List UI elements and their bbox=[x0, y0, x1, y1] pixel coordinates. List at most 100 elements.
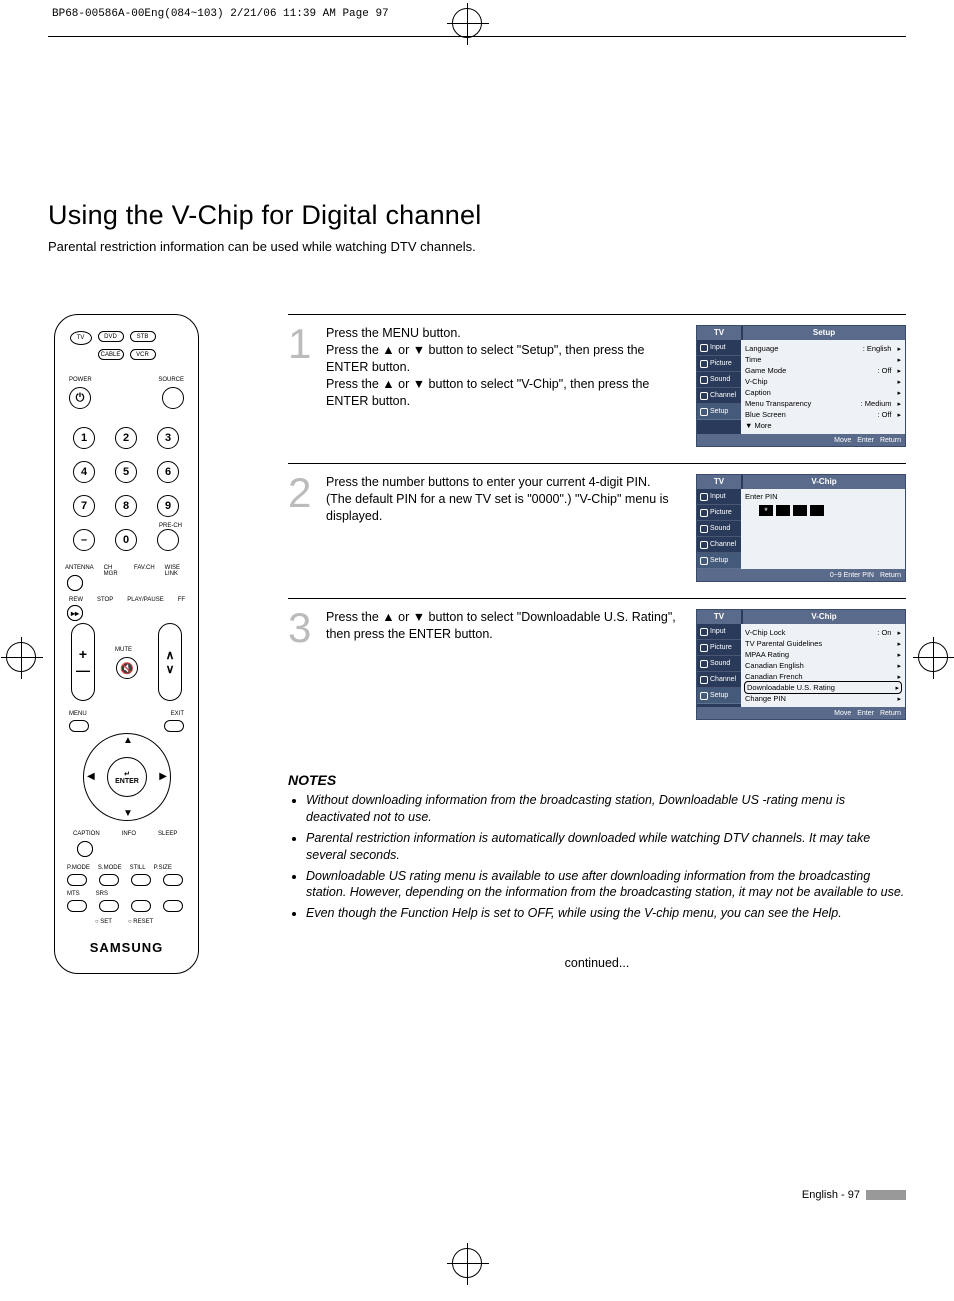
chevron-right-icon: ▸ bbox=[897, 663, 901, 670]
num-5: 5 bbox=[115, 461, 137, 483]
osd-row-value: ▸ bbox=[891, 672, 901, 681]
osd-side-label: Sound bbox=[710, 660, 730, 667]
step-number: 3 bbox=[288, 609, 314, 720]
osd-side-label: Channel bbox=[710, 541, 736, 548]
pin-box bbox=[776, 505, 790, 516]
note-item: Without downloading information from the… bbox=[306, 792, 906, 826]
enter-button: ↵ENTER bbox=[107, 757, 147, 797]
print-header: BP68-00586A-00Eng(084~103) 2/21/06 11:39… bbox=[52, 8, 389, 20]
pin-boxes: * bbox=[759, 505, 901, 516]
ff-button: ▸▸ bbox=[67, 605, 83, 621]
continued-label: continued... bbox=[288, 956, 906, 970]
chevron-right-icon: ▸ bbox=[895, 685, 899, 692]
osd-side-icon bbox=[700, 493, 708, 501]
osd-side-picture: Picture bbox=[697, 356, 741, 372]
osd-row: Canadian English ▸ bbox=[745, 660, 901, 671]
set-label: ○ SET bbox=[95, 919, 112, 925]
osd-side-picture: Picture bbox=[697, 640, 741, 656]
mode-cable: CABLE bbox=[98, 349, 124, 360]
osd-row-label: Blue Screen bbox=[745, 410, 786, 419]
osd-row-value: ▸ bbox=[891, 639, 901, 648]
psize-label: P.SIZE bbox=[154, 865, 172, 871]
num-9: 9 bbox=[157, 495, 179, 517]
mts-label: MTS bbox=[67, 891, 80, 897]
osd-footer-item: Move bbox=[834, 710, 851, 717]
osd-row-label: Canadian English bbox=[745, 661, 804, 670]
osd-side-icon bbox=[700, 644, 708, 652]
power-label: POWER bbox=[69, 377, 92, 383]
wiselink-button bbox=[67, 575, 83, 591]
pin-box: * bbox=[759, 505, 773, 516]
osd-side-setup: Setup bbox=[697, 688, 741, 704]
osd-side-label: Input bbox=[710, 628, 726, 635]
osd-side-label: Sound bbox=[710, 525, 730, 532]
osd-screenshot: TVV-ChipInputPictureSoundChannelSetupEnt… bbox=[696, 474, 906, 582]
osd-row-label: Downloadable U.S. Rating bbox=[747, 683, 835, 692]
num-dash: – bbox=[73, 529, 95, 551]
chevron-right-icon: ▸ bbox=[897, 346, 901, 353]
osd-row: V-Chip Lock: On▸ bbox=[745, 627, 901, 638]
footer-bar bbox=[866, 1190, 906, 1200]
osd-tv-label: TV bbox=[697, 326, 741, 340]
osd-row-value: ▸ bbox=[891, 650, 901, 659]
osd-footer-item: Return bbox=[880, 572, 901, 579]
osd-row: Caption▸ bbox=[745, 387, 901, 398]
osd-row-value: ▸ bbox=[891, 388, 901, 397]
still-label: STILL bbox=[130, 865, 146, 871]
osd-side-icon bbox=[700, 509, 708, 517]
mode-stb: STB bbox=[130, 331, 156, 342]
footer-text: English - 97 bbox=[802, 1189, 860, 1201]
osd-side-icon bbox=[700, 557, 708, 565]
osd-footer-item: Return bbox=[880, 437, 901, 444]
still-button bbox=[131, 874, 151, 886]
osd-row-label: V-Chip Lock bbox=[745, 628, 785, 637]
dpad: ▲ ▼ ◀ ▶ ↵ENTER bbox=[83, 733, 171, 821]
ff-label: FF bbox=[178, 597, 185, 603]
osd-side-label: Input bbox=[710, 344, 726, 351]
osd-row-value: ▸ bbox=[891, 355, 901, 364]
chevron-right-icon: ▸ bbox=[897, 368, 901, 375]
osd-side-label: Sound bbox=[710, 376, 730, 383]
osd-row-value: : Off▸ bbox=[877, 410, 901, 419]
registration-mark-top bbox=[452, 8, 482, 38]
chevron-right-icon: ▸ bbox=[897, 379, 901, 386]
osd-footer-item: Return bbox=[880, 710, 901, 717]
osd-side-label: Channel bbox=[710, 392, 736, 399]
right-arrow-icon: ▶ bbox=[159, 771, 167, 782]
osd-side-channel: Channel bbox=[697, 388, 741, 404]
osd-side-icon bbox=[700, 660, 708, 668]
prech-button bbox=[157, 529, 179, 551]
pmode-label: P.MODE bbox=[67, 865, 90, 871]
down-arrow-icon: ▼ bbox=[123, 808, 133, 819]
intro-text: Parental restriction information can be … bbox=[48, 239, 906, 254]
osd-title: Setup bbox=[743, 326, 905, 340]
play-label: PLAY/PAUSE bbox=[127, 597, 163, 603]
osd-row: Downloadable U.S. Rating ▸ bbox=[745, 682, 901, 693]
step-number: 1 bbox=[288, 325, 314, 447]
osd-footer-item: Enter bbox=[857, 710, 874, 717]
osd-side-sound: Sound bbox=[697, 521, 741, 537]
osd-side-icon bbox=[700, 525, 708, 533]
osd-row: Blue Screen : Off▸ bbox=[745, 409, 901, 420]
caption-label: CAPTION bbox=[73, 831, 100, 837]
registration-mark-right bbox=[918, 642, 948, 672]
osd-side-icon bbox=[700, 360, 708, 368]
mute-button: 🔇 bbox=[116, 657, 138, 679]
osd-main: Language: English▸Time▸Game Mode: Off▸V-… bbox=[741, 340, 905, 434]
chevron-right-icon: ▸ bbox=[897, 641, 901, 648]
num-0: 0 bbox=[115, 529, 137, 551]
osd-side-icon bbox=[700, 376, 708, 384]
osd-row: TV Parental Guidelines▸ bbox=[745, 638, 901, 649]
note-item: Downloadable US rating menu is available… bbox=[306, 868, 906, 902]
osd-row-label: ▼ More bbox=[745, 421, 772, 430]
step-number: 2 bbox=[288, 474, 314, 582]
chevron-right-icon: ▸ bbox=[897, 674, 901, 681]
osd-side-input: Input bbox=[697, 624, 741, 640]
chevron-right-icon: ▸ bbox=[897, 696, 901, 703]
osd-row: Change PIN▸ bbox=[745, 693, 901, 704]
osd-side-label: Setup bbox=[710, 557, 728, 564]
osd-side-icon bbox=[700, 628, 708, 636]
osd-row-label: Language bbox=[745, 344, 778, 353]
osd-row-label: Game Mode bbox=[745, 366, 786, 375]
osd-tv-label: TV bbox=[697, 475, 741, 489]
